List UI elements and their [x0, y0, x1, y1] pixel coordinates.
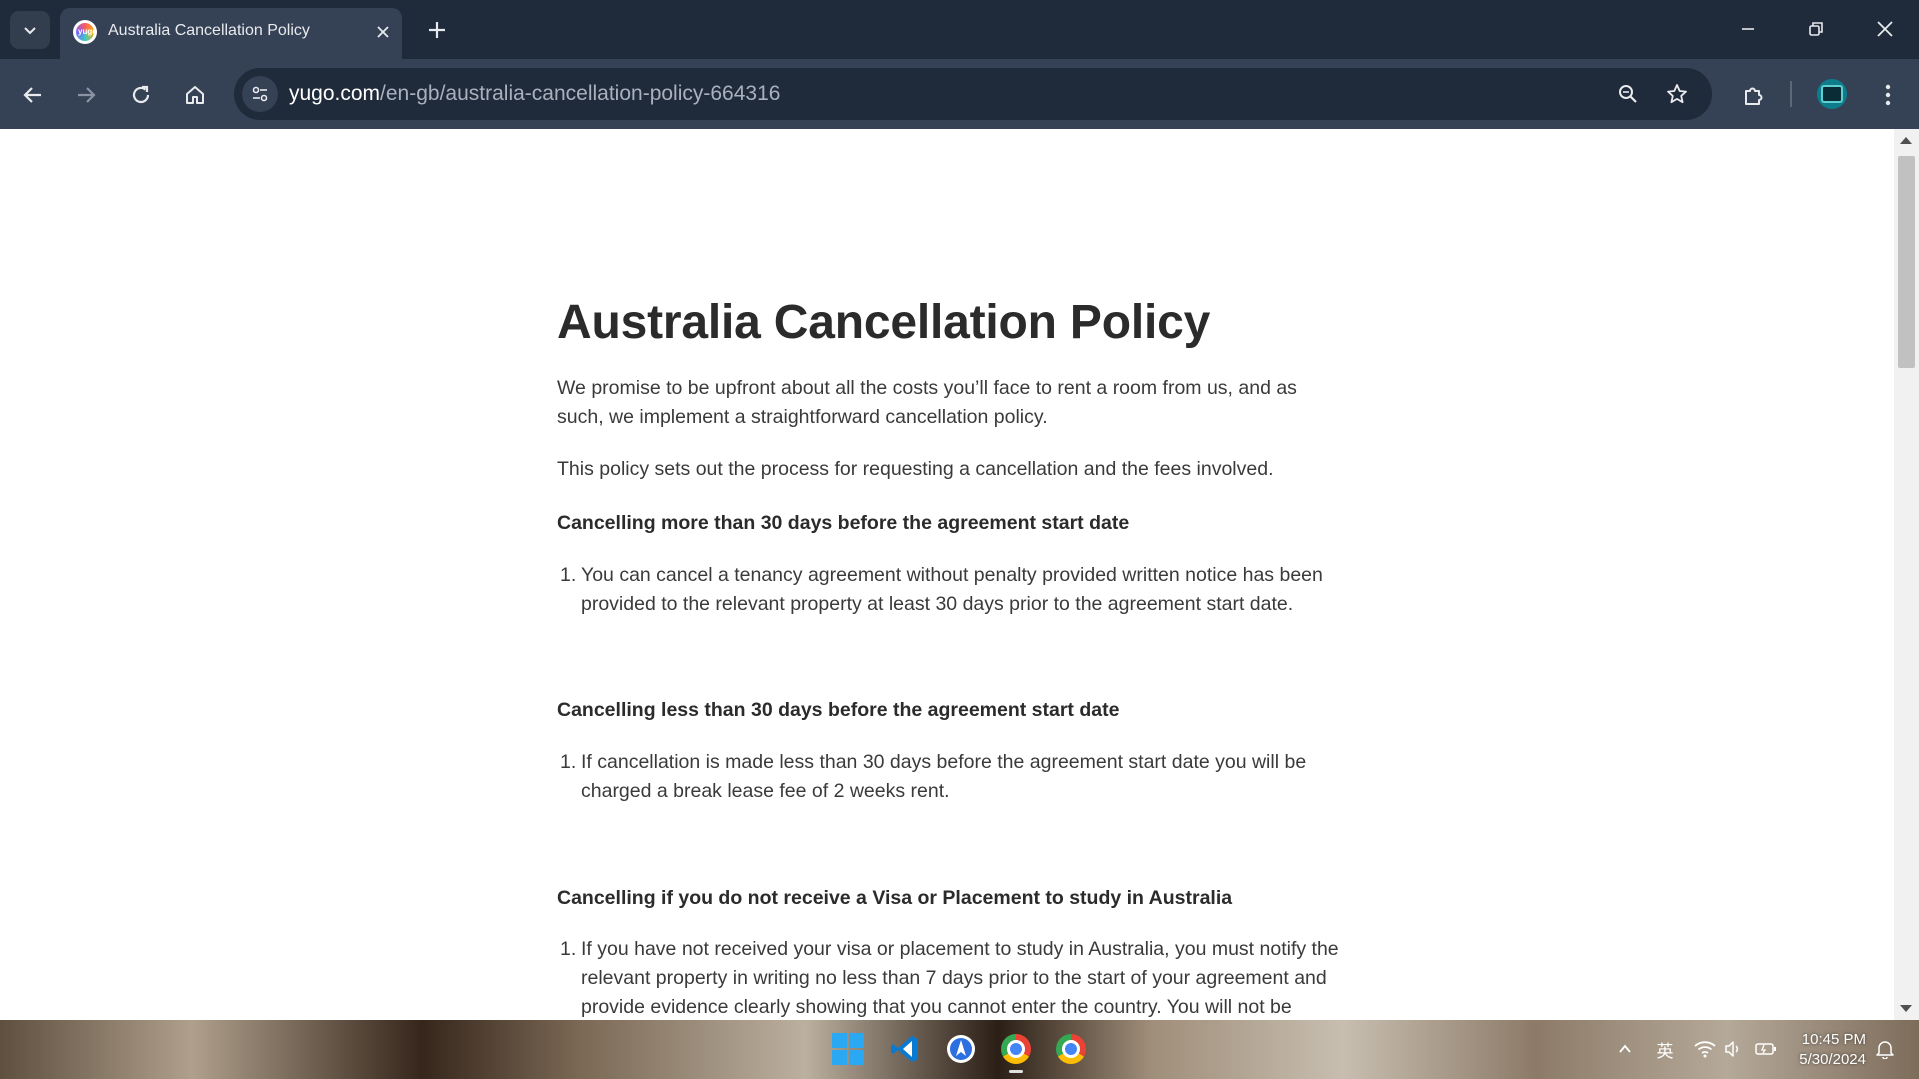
intro-paragraph: We promise to be upfront about all the c… [557, 377, 1297, 428]
tab-search-button[interactable] [10, 11, 50, 49]
scroll-up-arrow-icon[interactable] [1900, 137, 1912, 144]
reload-button[interactable] [121, 75, 161, 115]
list-item: 1. If you have not received your visa or… [557, 935, 1347, 1020]
close-icon [1877, 21, 1893, 37]
profile-avatar[interactable] [1817, 79, 1847, 109]
chevron-up-icon [1619, 1044, 1631, 1053]
star-icon [1667, 84, 1687, 104]
close-icon [377, 26, 389, 38]
volume-button[interactable] [1722, 1038, 1744, 1060]
chrome-menu-button[interactable] [1868, 75, 1908, 115]
restore-button[interactable] [1796, 10, 1836, 48]
zoom-button[interactable] [1612, 78, 1644, 110]
puzzle-icon [1745, 87, 1763, 105]
tab-close-button[interactable] [372, 21, 394, 43]
list-item-text: You can cancel a tenancy agreement witho… [581, 564, 1323, 615]
home-button[interactable] [175, 75, 215, 115]
address-bar[interactable]: yugo.com/en-gb/australia-cancellation-po… [234, 68, 1712, 120]
scrollbar-thumb[interactable] [1898, 156, 1915, 368]
active-tab[interactable]: yugo Australia Cancellation Policy [60, 8, 402, 59]
wifi-icon [1694, 1041, 1716, 1058]
list-number: 1. [560, 564, 577, 586]
compass-app-icon [947, 1035, 975, 1063]
ime-indicator[interactable]: 英 [1654, 1038, 1676, 1062]
chrome-profile-taskbar-button[interactable] [1052, 1030, 1090, 1068]
section-heading: Cancelling if you do not receive a Visa … [557, 887, 1233, 909]
clock-date: 5/30/2024 [1799, 1051, 1866, 1068]
url-path: /en-gb/australia-cancellation-policy-664… [380, 82, 781, 105]
back-button[interactable] [13, 75, 53, 115]
section-heading: Cancelling more than 30 days before the … [557, 512, 1130, 534]
speaker-icon [1725, 1041, 1739, 1057]
list-item: 1. If cancellation is made less than 30 … [557, 748, 1347, 806]
page-viewport: Australia Cancellation Policy We promise… [0, 129, 1894, 1020]
minimize-icon [1742, 28, 1754, 30]
forward-button[interactable] [66, 75, 106, 115]
start-button[interactable] [829, 1030, 867, 1068]
battery-button[interactable] [1755, 1038, 1777, 1060]
show-hidden-icons-button[interactable] [1614, 1038, 1636, 1060]
section-heading: Cancelling less than 30 days before the … [557, 699, 1120, 721]
home-icon [186, 86, 204, 104]
toolbar-divider [1790, 81, 1792, 107]
vscode-icon [891, 1036, 918, 1062]
browser-toolbar: yugo.com/en-gb/australia-cancellation-po… [0, 59, 1919, 129]
list-item-text: If cancellation is made less than 30 day… [581, 751, 1307, 802]
vscode-taskbar-button[interactable] [886, 1030, 924, 1068]
arrow-left-icon [23, 87, 41, 103]
scroll-down-arrow-icon[interactable] [1900, 1005, 1912, 1012]
tab-strip: yugo Australia Cancellation Policy [0, 0, 1919, 59]
windows-logo-icon [832, 1033, 864, 1065]
list-item-text: If you have not received your visa or pl… [581, 938, 1339, 1018]
bookmark-button[interactable] [1661, 78, 1693, 110]
chrome-taskbar-button[interactable] [997, 1030, 1035, 1068]
list-item: 1. You can cancel a tenancy agreement wi… [557, 561, 1347, 619]
list-number: 1. [560, 938, 577, 960]
url-domain: yugo.com [289, 82, 381, 105]
battery-icon [1755, 1043, 1776, 1055]
minimize-button[interactable] [1728, 10, 1768, 48]
taskbar-clock[interactable]: 10:45 PM 5/30/2024 [1776, 1030, 1866, 1070]
zoom-icon [1619, 85, 1637, 103]
page-scrollbar[interactable] [1894, 129, 1919, 1020]
app-taskbar-button[interactable] [942, 1030, 980, 1068]
notifications-button[interactable] [1874, 1038, 1896, 1060]
bell-icon [1876, 1041, 1894, 1059]
close-window-button[interactable] [1865, 10, 1905, 48]
url-text[interactable]: yugo.com/en-gb/australia-cancellation-po… [289, 82, 780, 106]
restore-icon [1809, 22, 1823, 36]
more-vertical-icon [1885, 84, 1891, 106]
new-tab-button[interactable] [420, 15, 454, 45]
tab-title: Australia Cancellation Policy [108, 22, 310, 39]
wifi-button[interactable] [1694, 1038, 1716, 1060]
arrow-right-icon [78, 87, 96, 103]
active-app-indicator [1009, 1070, 1023, 1073]
tune-icon [252, 86, 268, 102]
yugo-favicon-icon: yugo [73, 20, 97, 44]
intro-paragraph: This policy sets out the process for req… [557, 458, 1274, 480]
reload-icon [132, 85, 150, 104]
chevron-down-icon [24, 27, 36, 35]
list-number: 1. [560, 751, 577, 773]
extensions-button[interactable] [1734, 75, 1774, 115]
plus-icon [429, 22, 445, 38]
site-info-button[interactable] [242, 76, 278, 112]
chrome-icon [1001, 1034, 1031, 1064]
clock-time: 10:45 PM [1801, 1031, 1866, 1048]
favicon-text: yugo [78, 27, 98, 36]
page-title: Australia Cancellation Policy [557, 296, 1211, 349]
chrome-icon [1056, 1034, 1086, 1064]
